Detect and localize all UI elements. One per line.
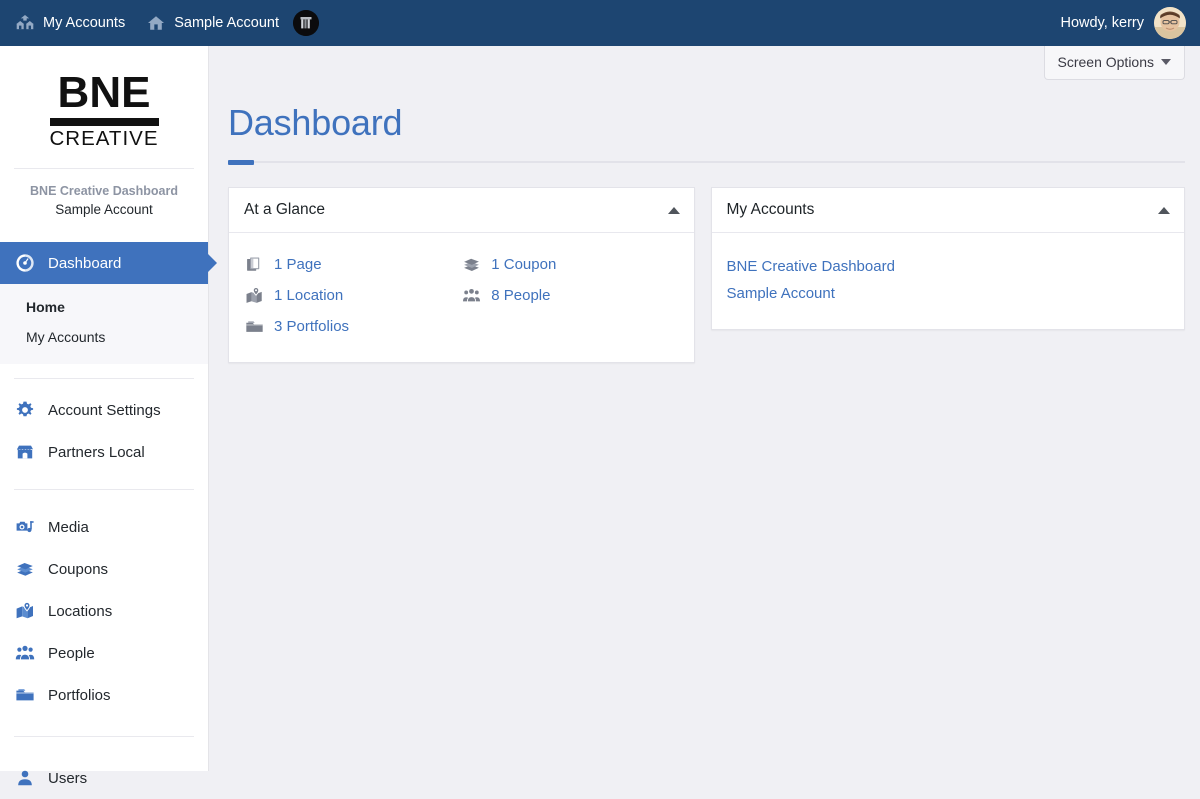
adminbar-site-logo[interactable] xyxy=(289,0,329,46)
panel-at-a-glance: At a Glance 1 Page 1 Location 3 Portfoli… xyxy=(228,187,695,363)
sidebar-divider xyxy=(14,736,194,738)
sidebar-item-label: Dashboard xyxy=(48,254,122,272)
sidebar-item-locations[interactable]: Locations xyxy=(0,590,208,632)
sidebar-submenu-dashboard: Home My Accounts xyxy=(0,284,208,365)
panel-my-accounts: My Accounts BNE Creative Dashboard Sampl… xyxy=(710,187,1185,330)
brand-title: BNE Creative Dashboard xyxy=(30,184,178,199)
glance-item-portfolios[interactable]: 3 Portfolios xyxy=(244,311,461,342)
people-icon xyxy=(14,643,35,664)
glance-item-label: 3 Portfolios xyxy=(274,318,350,335)
gear-icon xyxy=(14,400,35,421)
pages-icon xyxy=(244,254,265,275)
location-pin-icon xyxy=(244,285,265,306)
brand-subtitle: Sample Account xyxy=(55,202,153,218)
sidebar-item-label: Coupons xyxy=(48,560,109,578)
chevron-up-icon[interactable] xyxy=(1158,206,1170,214)
sidebar-item-label: People xyxy=(48,644,95,662)
panel-title: At a Glance xyxy=(244,201,325,218)
sidebar-subitem-my-accounts[interactable]: My Accounts xyxy=(0,322,208,352)
sidebar-item-label: Account Settings xyxy=(48,401,161,419)
screen-options-button[interactable]: Screen Options xyxy=(1043,46,1185,80)
brand-logo-primary: BNE xyxy=(57,68,151,117)
house-icon xyxy=(145,13,166,34)
chevron-up-icon[interactable] xyxy=(667,206,680,214)
glance-item-people[interactable]: 8 People xyxy=(461,280,678,311)
sidebar-item-users[interactable]: Users xyxy=(0,757,208,799)
glance-item-label: 1 Page xyxy=(274,256,322,273)
sidebar: BNE CREATIVE BNE Creative Dashboard Samp… xyxy=(0,46,209,787)
main-content: Screen Options Dashboard At a Glance 1 P… xyxy=(209,46,1200,771)
panel-body: 1 Page 1 Location 3 Portfolios 1 Coupon … xyxy=(229,233,694,362)
coupon-icon xyxy=(14,559,35,580)
sidebar-item-label: Media xyxy=(48,518,89,536)
screen-options-label: Screen Options xyxy=(1057,54,1155,70)
panel-body: BNE Creative Dashboard Sample Account xyxy=(712,233,1185,329)
sidebar-item-label: Partners Local xyxy=(48,443,145,461)
people-icon xyxy=(461,285,482,306)
glance-grid: 1 Page 1 Location 3 Portfolios 1 Coupon … xyxy=(244,249,679,342)
glance-item-label: 1 Coupon xyxy=(491,256,557,273)
sidebar-divider xyxy=(14,378,194,380)
panel-title: My Accounts xyxy=(726,201,815,218)
media-icon xyxy=(14,517,35,538)
admin-bar: My Accounts Sample Account Howdy, kerry xyxy=(0,0,1200,46)
coupon-icon xyxy=(461,254,482,275)
sidebar-divider xyxy=(14,489,194,491)
sidebar-item-partners-local[interactable]: Partners Local xyxy=(0,431,208,473)
brand-logo: BNE CREATIVE xyxy=(49,68,159,150)
chevron-down-icon xyxy=(1161,59,1171,65)
glance-item-label: 1 Location xyxy=(274,287,344,304)
adminbar-item-label: My Accounts xyxy=(43,15,126,31)
store-icon xyxy=(14,442,35,463)
avatar[interactable] xyxy=(1154,7,1186,39)
glance-column-right: 1 Coupon 8 People xyxy=(461,249,678,342)
adminbar-account-area[interactable]: Howdy, kerry xyxy=(1060,7,1200,39)
sidebar-item-media[interactable]: Media xyxy=(0,506,208,548)
dashboard-icon xyxy=(14,253,35,274)
glance-column-left: 1 Page 1 Location 3 Portfolios xyxy=(244,249,461,342)
sidebar-brand: BNE CREATIVE xyxy=(0,46,208,150)
dashboard-panels: At a Glance 1 Page 1 Location 3 Portfoli… xyxy=(209,163,1200,363)
account-link-sample-account[interactable]: Sample Account xyxy=(727,280,1170,307)
glance-item-pages[interactable]: 1 Page xyxy=(244,249,461,280)
sidebar-item-people[interactable]: People xyxy=(0,632,208,674)
adminbar-item-label: Sample Account xyxy=(174,15,279,31)
sidebar-item-label: Portfolios xyxy=(48,686,111,704)
screen-meta-bar: Screen Options xyxy=(209,46,1200,80)
glance-item-label: 8 People xyxy=(491,287,551,304)
sidebar-item-dashboard[interactable]: Dashboard xyxy=(0,242,208,285)
sidebar-subitem-home[interactable]: Home xyxy=(0,292,208,322)
glance-item-locations[interactable]: 1 Location xyxy=(244,280,461,311)
sidebar-item-label: Users xyxy=(48,769,88,787)
adminbar-item-my-accounts[interactable]: My Accounts xyxy=(0,0,135,46)
sidebar-item-coupons[interactable]: Coupons xyxy=(0,548,208,590)
glance-item-coupons[interactable]: 1 Coupon xyxy=(461,249,678,280)
location-pin-icon xyxy=(14,601,35,622)
folder-icon xyxy=(14,685,35,706)
brand-divider xyxy=(14,168,194,170)
brand-logo-secondary: CREATIVE xyxy=(49,126,159,150)
account-link-bne-creative-dashboard[interactable]: BNE Creative Dashboard xyxy=(727,253,1170,280)
panel-header: At a Glance xyxy=(229,188,694,233)
adminbar-item-sample-account[interactable]: Sample Account xyxy=(135,0,289,46)
title-underline-accent xyxy=(228,160,254,165)
title-underline xyxy=(228,160,1185,165)
folder-icon xyxy=(244,316,265,337)
page-title: Dashboard xyxy=(228,102,403,143)
panel-header: My Accounts xyxy=(711,188,1184,233)
site-logo-icon xyxy=(293,10,319,36)
network-houses-icon xyxy=(14,13,35,34)
brand-logo-bar xyxy=(49,117,159,126)
sidebar-nav: Dashboard Home My Accounts Account Setti… xyxy=(0,242,208,799)
howdy-label: Howdy, kerry xyxy=(1060,15,1144,31)
sidebar-item-account-settings[interactable]: Account Settings xyxy=(0,389,208,431)
sidebar-item-label: Locations xyxy=(48,602,113,620)
sidebar-item-portfolios[interactable]: Portfolios xyxy=(0,674,208,716)
